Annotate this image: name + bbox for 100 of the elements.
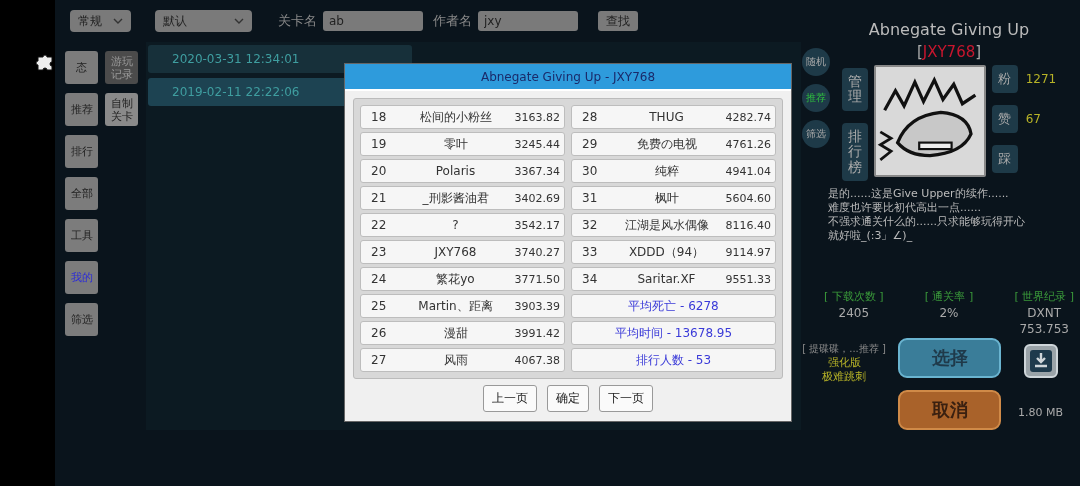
stat-value: DXNT xyxy=(1027,306,1062,320)
clear-time: 3771.50 xyxy=(513,272,560,286)
file-size: 1.80 MB xyxy=(1018,406,1063,419)
player-name: _刑影酱油君 xyxy=(421,189,490,207)
side-button[interactable]: 排行榜 xyxy=(841,122,868,181)
sidebar-tab[interactable]: 全部 xyxy=(65,177,98,211)
round-button[interactable]: 筛选 xyxy=(802,120,830,149)
clear-time: 4941.04 xyxy=(724,164,771,178)
sort-dropdown[interactable]: 默认 xyxy=(155,10,252,32)
dialog-button[interactable]: 确定 xyxy=(547,385,589,412)
description-line: 是的......这是Give Upper的续作...... xyxy=(828,187,1010,201)
rank-number: 24 xyxy=(371,272,388,286)
clear-time: 9551.33 xyxy=(724,272,771,286)
author-name: [JXY768] xyxy=(916,43,982,62)
sidebar-tab[interactable]: 工具 xyxy=(65,219,98,253)
player-name: 江湖是风水偶像 xyxy=(623,216,710,234)
player-name: 松间的小粉丝 xyxy=(418,108,493,126)
player-name: 免费の电视 xyxy=(635,135,698,153)
dialog-title: Abnegate Giving Up - JXY768 xyxy=(345,64,791,91)
summary-row: 平均死亡 - 6278 xyxy=(571,294,776,318)
clear-time: 3402.69 xyxy=(513,191,560,205)
player-name: Martin、距离 xyxy=(417,297,494,315)
player-name: Polaris xyxy=(434,164,477,178)
rank-number: 30 xyxy=(582,164,599,178)
sidebar-tab[interactable]: 游玩记录 xyxy=(105,51,138,85)
dialog-button[interactable]: 上一页 xyxy=(483,385,537,412)
clear-time: 5604.60 xyxy=(724,191,771,205)
player-name: 漫甜 xyxy=(442,324,469,342)
stat-label: [ 世界纪录 ] xyxy=(1014,289,1074,304)
author-name-field[interactable]: jxy xyxy=(478,11,578,31)
search-button[interactable]: 查找 xyxy=(598,11,638,31)
sidebar-tab[interactable]: 排行 xyxy=(65,135,98,169)
select-button[interactable]: 选择 xyxy=(898,338,1001,378)
rank-number: 32 xyxy=(582,218,599,232)
rank-number: 21 xyxy=(371,191,388,205)
rank-number: 20 xyxy=(371,164,388,178)
player-name: 风雨 xyxy=(442,351,469,369)
clear-time: 4282.74 xyxy=(724,110,771,124)
player-name: 零叶 xyxy=(442,135,469,153)
chevron-down-icon xyxy=(113,18,123,24)
sidebar-tab[interactable]: 自制关卡 xyxy=(105,93,138,127)
clear-time: 3367.34 xyxy=(513,164,560,178)
stat-label: [ 通关率 ] xyxy=(924,289,974,304)
chevron-down-icon xyxy=(234,18,244,24)
description-line: 就好啦_(:3」∠)_ xyxy=(828,229,914,243)
mode-dropdown[interactable]: 常规 xyxy=(70,10,131,32)
stat-value: 2405 xyxy=(838,306,870,320)
stat-label: [ 下载次数 ] xyxy=(824,289,884,304)
reaction-button[interactable]: 赞 xyxy=(991,105,1018,134)
sidebar-tab[interactable]: 态 xyxy=(65,51,98,85)
clear-time: 8116.40 xyxy=(724,218,771,232)
reaction-button[interactable]: 踩 xyxy=(991,145,1018,174)
summary-row: 排行人数 - 53 xyxy=(571,348,776,372)
cancel-button[interactable]: 取消 xyxy=(898,390,1001,430)
clear-time: 9114.97 xyxy=(724,245,771,259)
player-name: JXY768 xyxy=(433,245,478,259)
player-name: Saritar.XF xyxy=(636,272,697,286)
summary-row: 平均时间 - 13678.95 xyxy=(571,321,776,345)
tag-header: [ 提碟碟，...推荐 ] xyxy=(802,342,886,356)
clear-time: 3542.17 xyxy=(513,218,560,232)
sidebar-tab[interactable]: 筛选 xyxy=(65,303,98,337)
rank-number: 19 xyxy=(371,137,388,151)
rank-number: 25 xyxy=(371,299,388,313)
reaction-button[interactable]: 粉 xyxy=(991,65,1018,94)
rank-number: 23 xyxy=(371,245,388,259)
rank-number: 29 xyxy=(582,137,599,151)
level-name-label: 关卡名 xyxy=(278,12,317,30)
player-name: ? xyxy=(451,218,460,232)
rank-number: 22 xyxy=(371,218,388,232)
dialog-button[interactable]: 下一页 xyxy=(599,385,653,412)
sidebar-tab[interactable]: 我的 xyxy=(65,261,98,295)
clear-time: 3991.42 xyxy=(513,326,560,340)
player-name: 纯粹 xyxy=(653,162,680,180)
tag-label: 强化版 xyxy=(827,356,861,370)
download-icon[interactable] xyxy=(1023,344,1058,378)
side-button[interactable]: 管理 xyxy=(841,68,868,111)
author-name-label: 作者名 xyxy=(433,12,472,30)
level-title: Abnegate Giving Up xyxy=(868,20,1030,40)
rank-number: 27 xyxy=(371,353,388,367)
level-name-field[interactable]: ab xyxy=(323,11,423,31)
clear-time: 3903.39 xyxy=(513,299,560,313)
clear-time: 3740.27 xyxy=(513,245,560,259)
rank-number: 28 xyxy=(582,110,599,124)
sidebar-tab[interactable]: 推荐 xyxy=(65,93,98,127)
rank-number: 33 xyxy=(582,245,599,259)
rank-number: 26 xyxy=(371,326,388,340)
rank-number: 34 xyxy=(582,272,599,286)
stat-value: 2% xyxy=(939,306,959,320)
clear-time: 4761.26 xyxy=(724,137,771,151)
rank-number: 31 xyxy=(582,191,599,205)
clear-time: 4067.38 xyxy=(513,353,560,367)
clear-time: 3163.82 xyxy=(513,110,560,124)
description-line: 难度也许要比初代高出一点...... xyxy=(828,201,982,215)
player-name: XDDD（94） xyxy=(627,243,706,261)
reaction-count: 1271 xyxy=(1025,72,1057,87)
record-row[interactable]: 2020-03-31 12:34:01 xyxy=(148,45,412,74)
round-button[interactable]: 推荐 xyxy=(802,84,830,113)
player-name: 枫叶 xyxy=(653,189,680,207)
tag-label: 极难跳刺 xyxy=(822,370,866,384)
round-button[interactable]: 随机 xyxy=(802,48,830,77)
